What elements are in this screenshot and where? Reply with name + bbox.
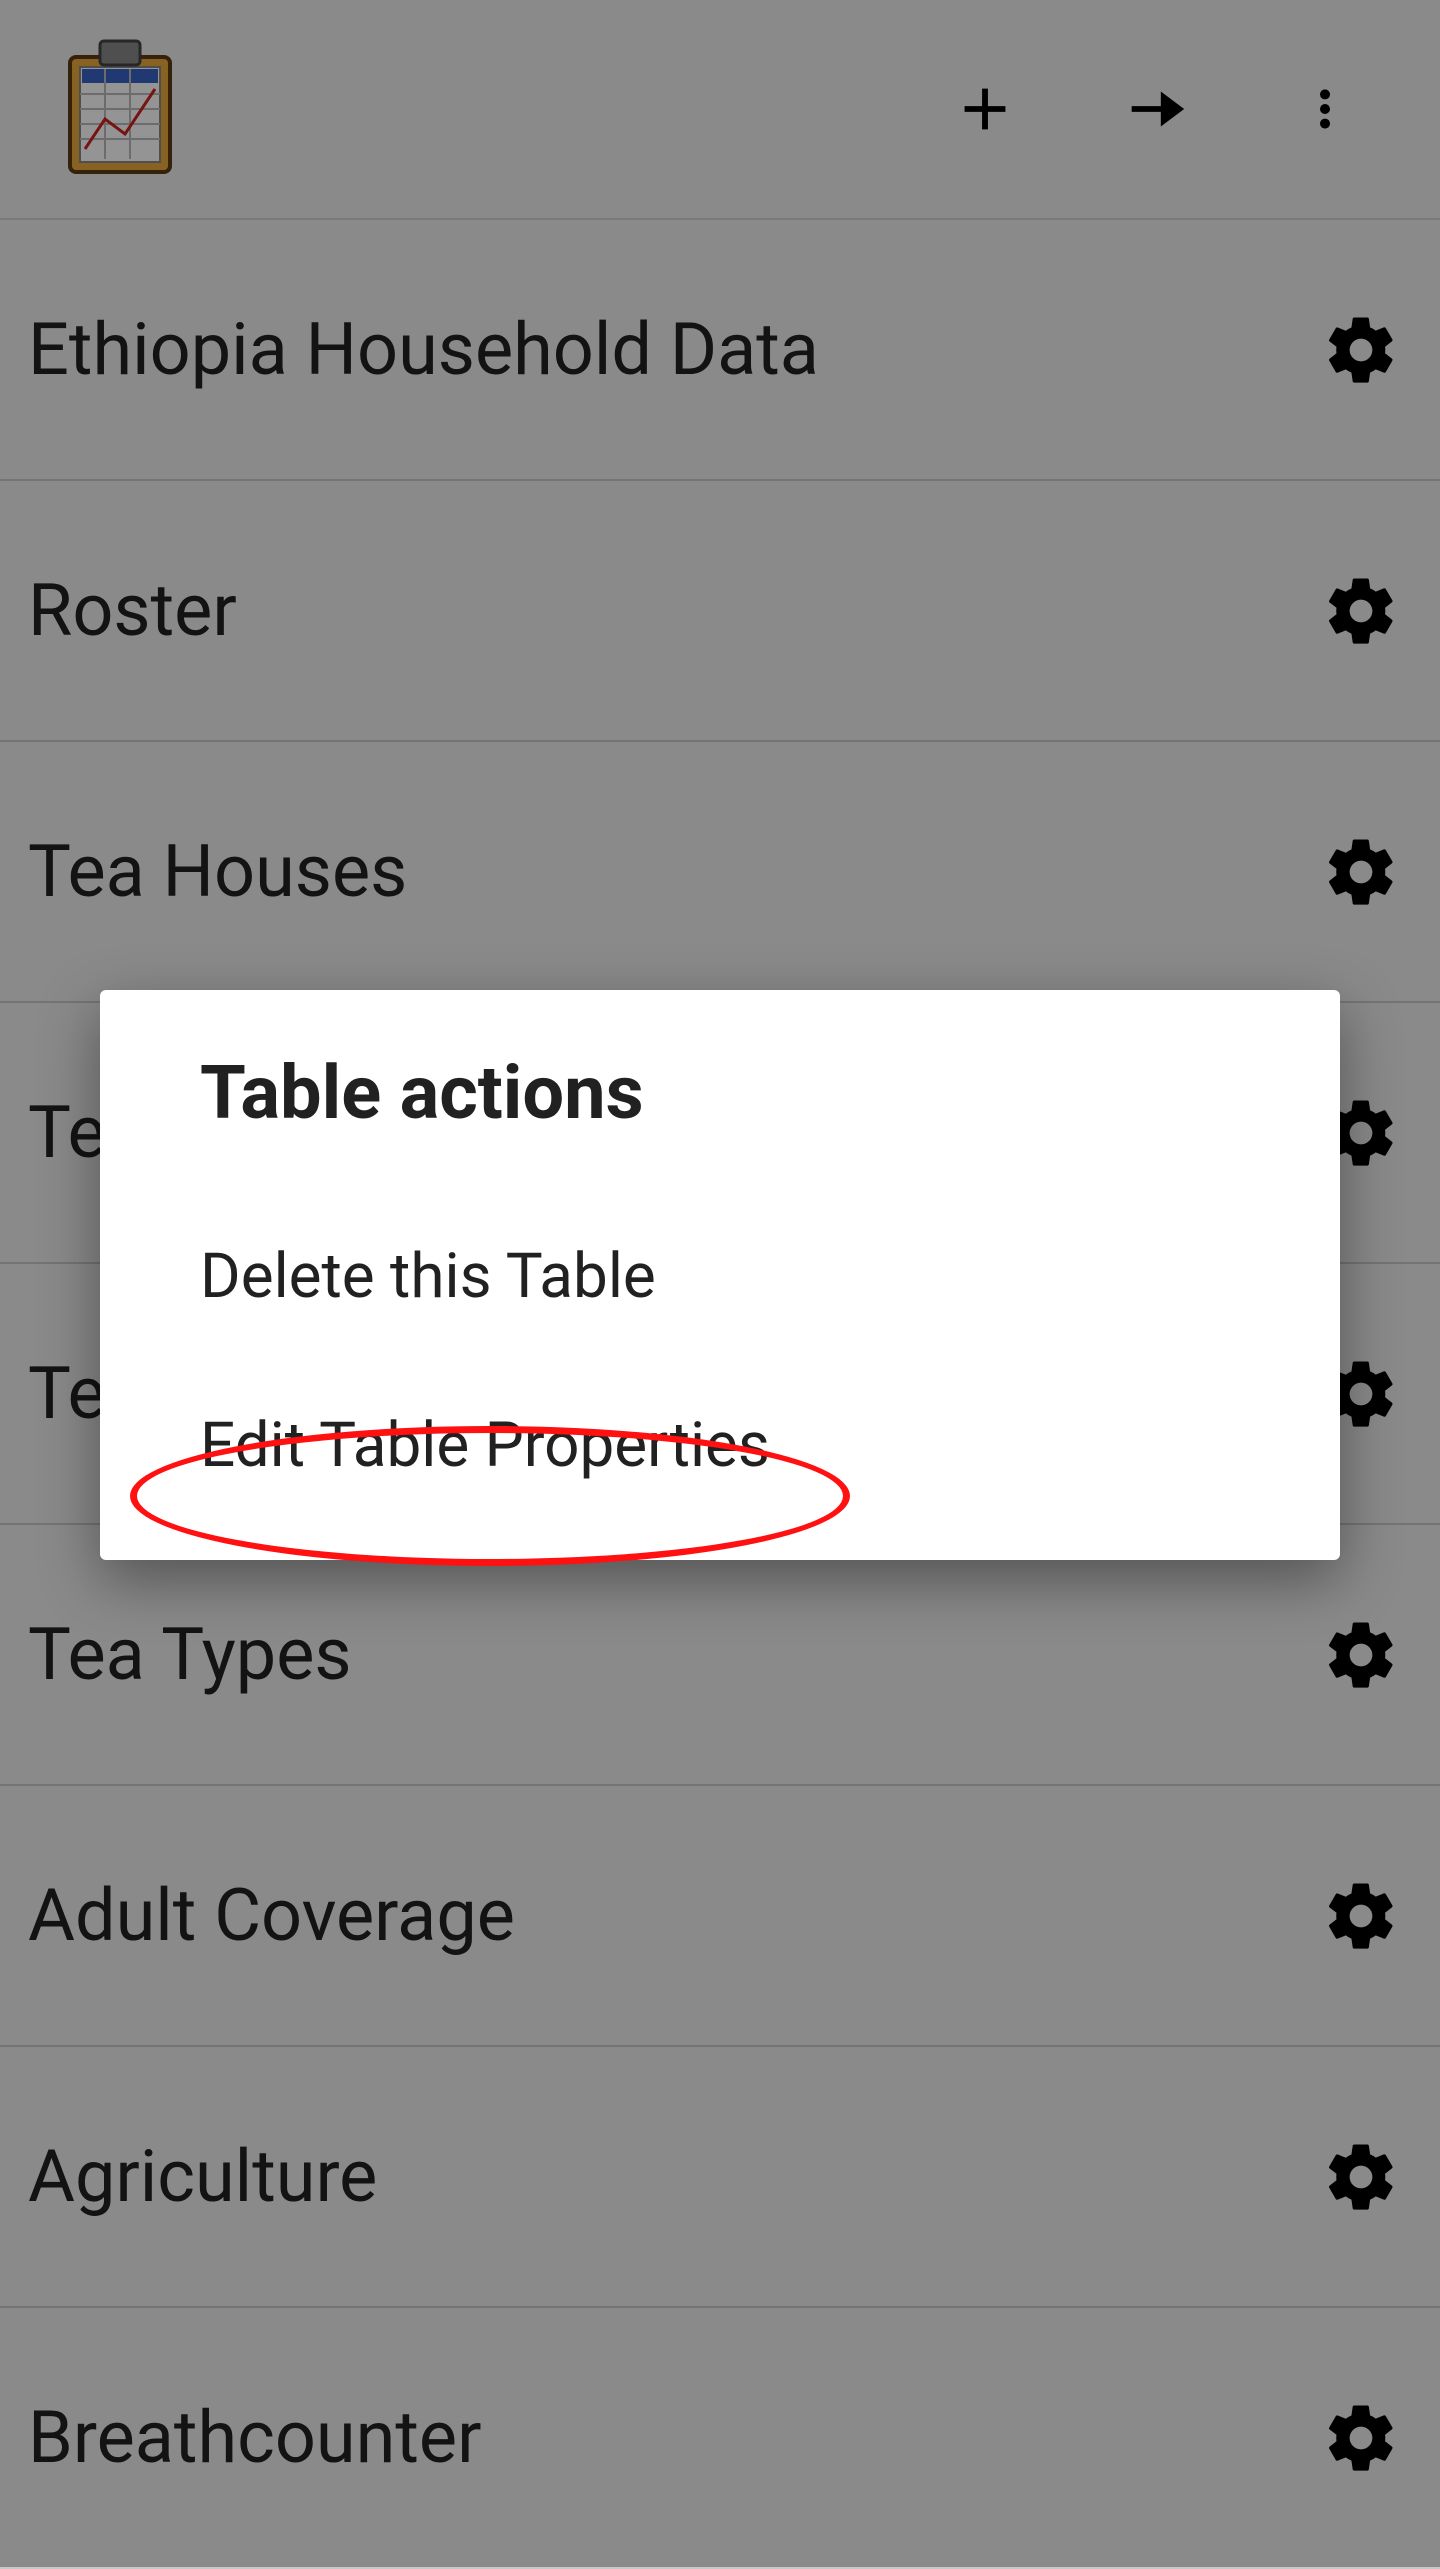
- dialog-option-edit-table-properties[interactable]: Edit Table Properties: [100, 1361, 1340, 1530]
- dialog-option-delete-table[interactable]: Delete this Table: [100, 1192, 1340, 1361]
- dialog-title: Table actions: [100, 1050, 1340, 1192]
- table-actions-dialog: Table actions Delete this Table Edit Tab…: [100, 990, 1340, 1560]
